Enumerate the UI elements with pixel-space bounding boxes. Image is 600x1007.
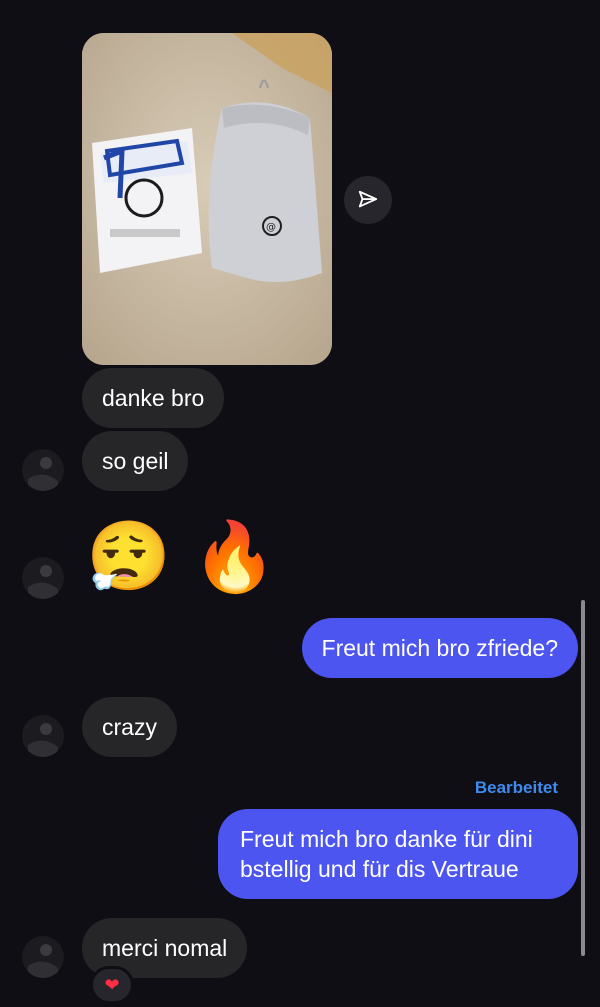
photo-clothes-image: @ xyxy=(82,33,332,365)
message-text: crazy xyxy=(102,714,157,740)
svg-text:@: @ xyxy=(266,222,276,233)
outgoing-message[interactable]: Freut mich bro zfriede? xyxy=(301,618,578,678)
share-button[interactable] xyxy=(344,176,392,224)
photo-message[interactable]: @ xyxy=(82,33,332,365)
emoji-message[interactable]: 😮‍💨 🔥 xyxy=(86,518,277,598)
message-text: Freut mich bro danke für dini bstellig u… xyxy=(240,826,533,882)
message-text: so geil xyxy=(102,448,169,474)
incoming-message[interactable]: crazy xyxy=(82,697,177,757)
heart-icon: ❤ xyxy=(104,974,120,995)
reaction-badge[interactable]: ❤ xyxy=(90,966,134,1004)
avatar[interactable] xyxy=(22,936,64,978)
avatar[interactable] xyxy=(22,449,64,491)
edited-label: Bearbeitet xyxy=(474,778,558,797)
incoming-message[interactable]: so geil xyxy=(82,431,189,491)
scrollbar[interactable] xyxy=(581,600,585,956)
avatar[interactable] xyxy=(22,557,64,599)
chat-thread: @ danke bro so geil 😮‍💨 🔥 Freut mich bro… xyxy=(0,0,600,1007)
avatar[interactable] xyxy=(22,715,64,757)
message-text: Freut mich bro zfriede? xyxy=(321,635,558,661)
message-text: merci nomal xyxy=(102,935,228,961)
incoming-message[interactable]: danke bro xyxy=(82,368,225,428)
paper-plane-icon xyxy=(358,190,378,208)
message-text: danke bro xyxy=(102,385,205,411)
outgoing-message[interactable]: Freut mich bro danke für dini bstellig u… xyxy=(218,809,578,899)
